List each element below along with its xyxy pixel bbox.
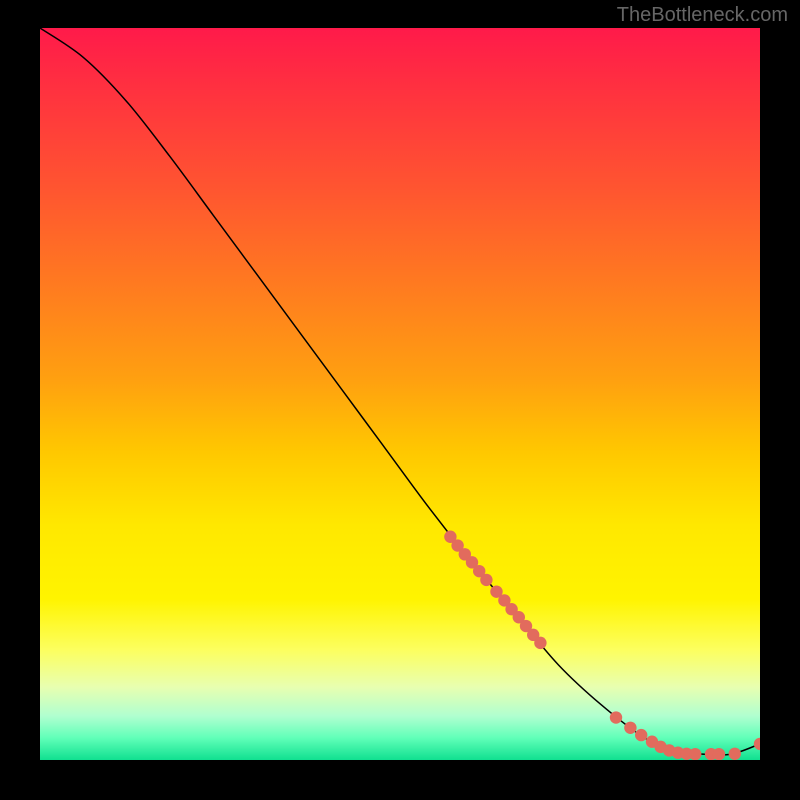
data-markers — [444, 531, 760, 760]
data-marker — [689, 748, 701, 760]
data-marker — [754, 738, 760, 750]
data-marker — [610, 711, 622, 723]
data-marker — [713, 748, 725, 760]
data-marker — [635, 729, 647, 741]
curve-overlay — [40, 28, 760, 760]
data-marker — [534, 637, 546, 649]
chart-container: TheBottleneck.com — [0, 0, 800, 800]
watermark-text: TheBottleneck.com — [617, 4, 788, 27]
data-marker — [624, 722, 636, 734]
bottleneck-curve-line — [40, 28, 760, 755]
plot-area — [40, 28, 760, 760]
data-marker — [480, 574, 492, 586]
data-marker — [729, 748, 741, 760]
